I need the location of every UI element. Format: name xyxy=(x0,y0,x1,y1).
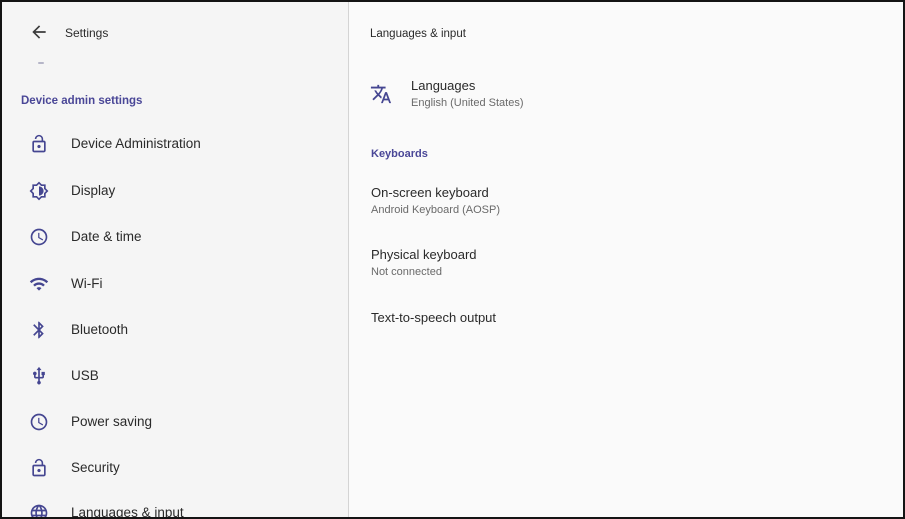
sidebar-item-label: Device Administration xyxy=(71,136,201,151)
text-to-speech-preference[interactable]: Text-to-speech output xyxy=(349,298,903,342)
clock-icon xyxy=(29,227,49,247)
lock-open-icon xyxy=(29,458,49,478)
sidebar: Settings Device admin settings Device Ad… xyxy=(2,2,349,517)
scroll-indicator xyxy=(38,62,44,64)
wifi-icon xyxy=(29,274,49,294)
page-title: Languages & input xyxy=(370,28,466,40)
sidebar-item-wifi[interactable]: Wi-Fi xyxy=(2,261,348,307)
sidebar-item-label: Display xyxy=(71,183,116,198)
sidebar-item-date-time[interactable]: Date & time xyxy=(2,214,348,260)
sidebar-item-label: Date & time xyxy=(71,229,142,244)
pref-title: Physical keyboard xyxy=(371,247,477,262)
languages-summary: English (United States) xyxy=(411,97,524,109)
bluetooth-icon xyxy=(29,320,49,340)
sidebar-item-display[interactable]: Display xyxy=(2,168,348,214)
pref-summary: Not connected xyxy=(371,266,442,278)
sidebar-item-device-administration[interactable]: Device Administration xyxy=(2,121,348,167)
pref-summary: Android Keyboard (AOSP) xyxy=(371,204,501,216)
settings-window: Settings Device admin settings Device Ad… xyxy=(0,0,905,519)
sidebar-item-label: Security xyxy=(71,460,120,475)
sidebar-item-security[interactable]: Security xyxy=(2,445,348,491)
physical-keyboard-preference[interactable]: Physical keyboard Not connected xyxy=(349,236,903,286)
sidebar-section-title: Device admin settings xyxy=(21,95,143,107)
brightness-icon xyxy=(29,181,49,201)
globe-icon xyxy=(29,503,49,517)
languages-preference[interactable]: Languages English (United States) xyxy=(349,68,903,124)
on-screen-keyboard-preference[interactable]: On-screen keyboard Android Keyboard (AOS… xyxy=(349,174,903,224)
sidebar-item-languages-input[interactable]: Languages & input xyxy=(2,490,348,517)
sidebar-item-label: USB xyxy=(71,368,99,383)
sidebar-item-label: Bluetooth xyxy=(71,322,129,337)
sidebar-item-power-saving[interactable]: Power saving xyxy=(2,399,348,445)
back-arrow-icon[interactable] xyxy=(29,22,49,42)
app-title: Settings xyxy=(65,26,109,40)
usb-icon xyxy=(29,366,49,386)
sidebar-item-label: Languages & input xyxy=(71,505,184,517)
sidebar-item-label: Wi-Fi xyxy=(71,276,103,291)
content-pane: Languages & input Languages English (Uni… xyxy=(349,2,903,517)
sidebar-item-label: Power saving xyxy=(71,414,153,429)
keyboards-section-title: Keyboards xyxy=(371,148,428,160)
pref-title: On-screen keyboard xyxy=(371,185,489,200)
translate-icon xyxy=(370,83,392,105)
languages-title: Languages xyxy=(411,78,476,93)
sidebar-item-bluetooth[interactable]: Bluetooth xyxy=(2,307,348,353)
clock-icon xyxy=(29,412,49,432)
app-bar: Settings xyxy=(2,2,348,64)
lock-open-icon xyxy=(29,134,49,154)
pref-title: Text-to-speech output xyxy=(371,310,497,325)
sidebar-item-usb[interactable]: USB xyxy=(2,353,348,399)
